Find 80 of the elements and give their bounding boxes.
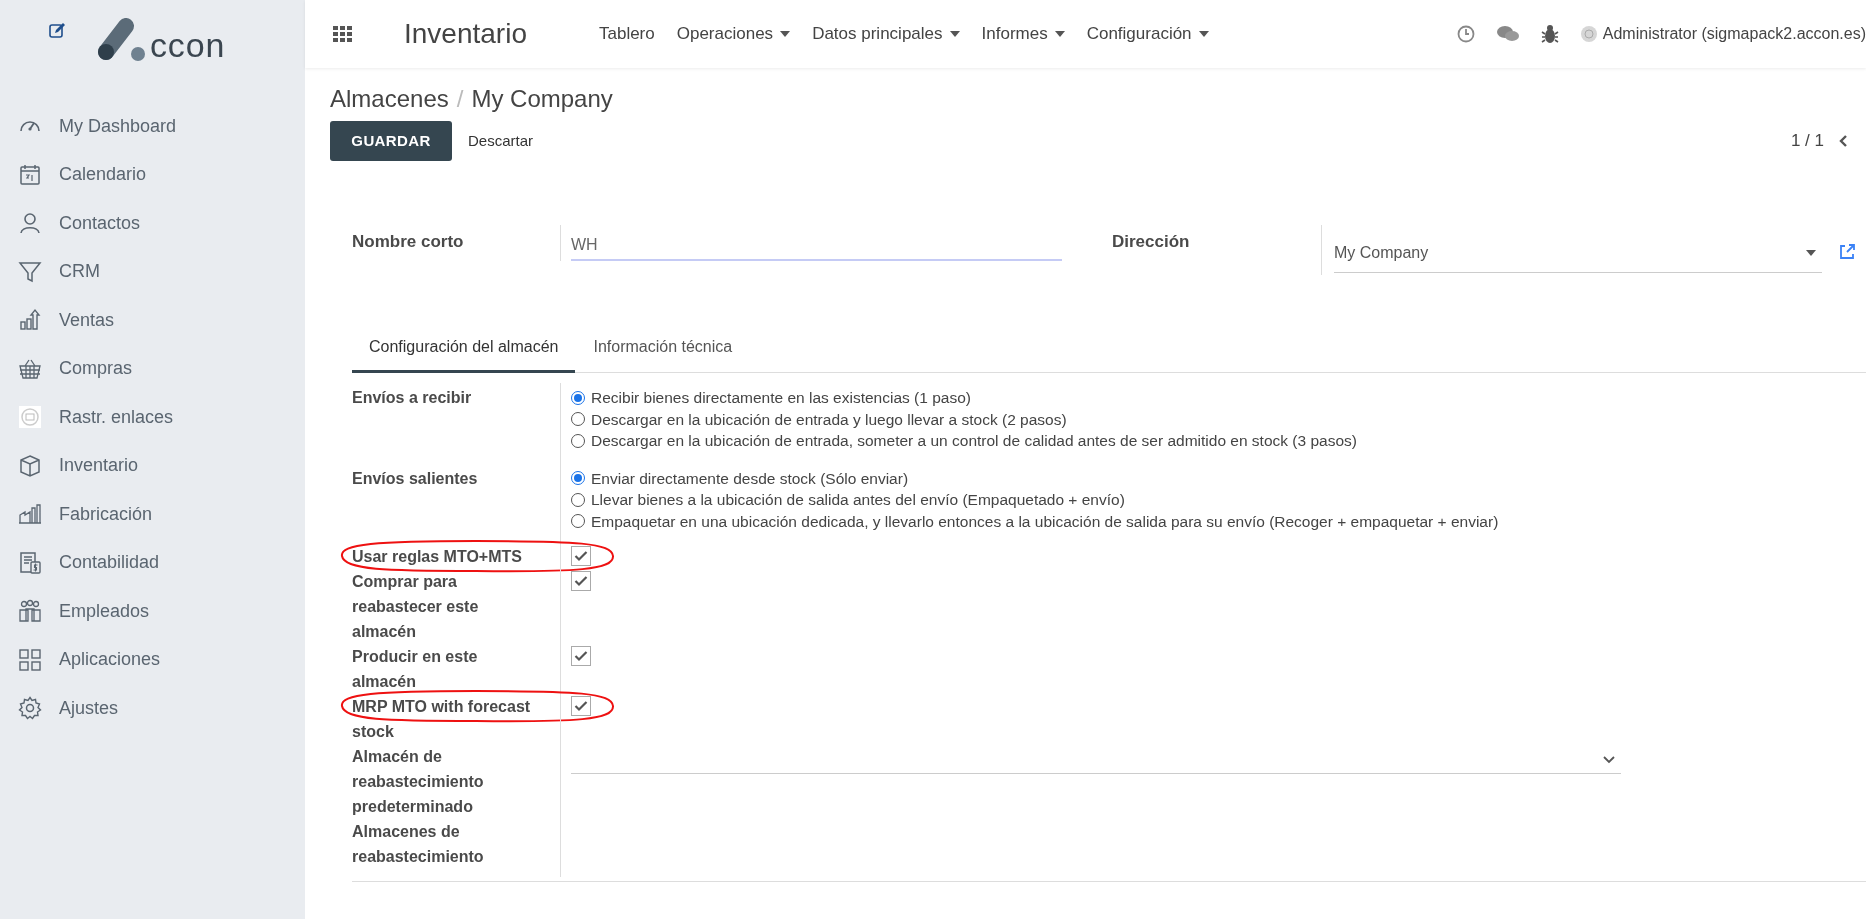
previous-icon[interactable]: [1838, 134, 1848, 148]
apps-menu-icon[interactable]: [333, 26, 353, 42]
menu-item[interactable]: Configuración: [1086, 21, 1209, 47]
grid-icon: [18, 647, 42, 672]
user-menu[interactable]: Administrator (sigmapack2.accon.es): [1602, 22, 1866, 46]
discard-button[interactable]: Descartar: [468, 129, 534, 153]
field-label: Dirección: [1112, 231, 1191, 253]
field-label: Almacenes de reabastecimiento: [352, 822, 485, 867]
radio-button[interactable]: [571, 433, 585, 448]
field-label: Producir en este almacén: [352, 647, 479, 692]
caret-icon: [1806, 249, 1816, 256]
sidebar-item[interactable]: Ajustes: [18, 684, 305, 733]
field-label: MRP MTO with forecast stock: [352, 697, 532, 742]
image-icon: [18, 405, 42, 430]
settings-icon: [18, 696, 42, 721]
sidebar-item[interactable]: My Dashboard: [18, 102, 305, 151]
field-label: Comprar para reabastecer este almacén: [352, 572, 480, 642]
people-icon: [18, 599, 42, 624]
sidebar-item[interactable]: Contabilidad: [18, 538, 305, 587]
checkmark-icon: [574, 700, 588, 712]
tab[interactable]: Configuración del almacén: [352, 323, 576, 373]
field-label: Usar reglas MTO+MTS: [352, 547, 523, 567]
edit-icon[interactable]: [48, 22, 66, 40]
radio-button[interactable]: [571, 412, 585, 427]
factory-icon: [18, 502, 42, 527]
radio-button[interactable]: [571, 492, 585, 507]
short-name-field[interactable]: WH: [571, 231, 1062, 261]
breadcrumb-separator: /: [456, 84, 464, 114]
radio-option[interactable]: Empaquetar en una ubicación dedicada, y llevarlo entonces a la ubicación de salida para su envío (Recoger + empaquetar + enviar): [571, 510, 1866, 532]
logo-text: ccon: [150, 28, 226, 62]
sidebar-item[interactable]: Compras: [18, 344, 305, 393]
menu-item[interactable]: Operaciones: [676, 21, 791, 47]
bug-icon[interactable]: [1540, 24, 1559, 44]
radio-option[interactable]: Enviar directamente desde stock (Sólo enviar): [571, 467, 1866, 489]
sidebar-item[interactable]: Empleados: [18, 587, 305, 636]
funnel-icon: [18, 259, 42, 284]
external-link-icon[interactable]: [1838, 243, 1856, 261]
menu-item[interactable]: Datos principales: [812, 21, 960, 47]
sidebar-item[interactable]: Rastr. enlaces: [18, 393, 305, 442]
checkbox[interactable]: [571, 571, 591, 591]
avatar-icon: [1580, 26, 1597, 42]
calendar-icon: [18, 162, 42, 187]
sidebar-item[interactable]: Fabricación: [18, 490, 305, 539]
breadcrumb-item[interactable]: Almacenes: [330, 81, 449, 117]
sidebar-item[interactable]: Aplicaciones: [18, 635, 305, 684]
checkbox[interactable]: [571, 646, 591, 666]
field-label: Envíos a recibir: [352, 388, 473, 408]
radio-option[interactable]: Descargar en la ubicación de entrada y luego llevar a stock (2 pasos): [571, 408, 1866, 430]
sidebar-item[interactable]: Contactos: [18, 199, 305, 248]
app-title: Inventario: [404, 17, 527, 51]
address-dropdown[interactable]: My Company: [1334, 233, 1822, 273]
checkbox[interactable]: [571, 546, 591, 566]
checkbox[interactable]: [571, 696, 591, 716]
pager-counter: 1 / 1: [1790, 130, 1824, 153]
radio-option[interactable]: Llevar bienes a la ubicación de salida antes del envío (Empaquetado + envío): [571, 489, 1866, 511]
radio-option[interactable]: Descargar en la ubicación de entrada, someter a un control de calidad antes de ser admitido en stock (3 pasos): [571, 430, 1866, 452]
box-icon: [18, 453, 42, 478]
ledger-icon: [18, 550, 42, 575]
checkmark-icon: [574, 575, 588, 587]
checkmark-icon: [574, 550, 588, 562]
radio-option[interactable]: Recibir bienes directamente en las existencias (1 paso): [571, 387, 1866, 409]
checkmark-icon: [574, 650, 588, 662]
sidebar-item[interactable]: Ventas: [18, 296, 305, 345]
sidebar-item[interactable]: Calendario: [18, 150, 305, 199]
person-icon: [18, 211, 42, 236]
chat-icon[interactable]: [1496, 25, 1519, 43]
tab[interactable]: Información técnica: [575, 323, 751, 373]
sidebar-item[interactable]: Inventario: [18, 441, 305, 490]
field-label: Envíos salientes: [352, 468, 479, 489]
field-label: Almacén de reabastecimiento predeterminado: [352, 747, 485, 817]
clock-icon[interactable]: [1456, 25, 1475, 43]
menu-item[interactable]: Tablero: [598, 21, 655, 47]
radio-button[interactable]: [571, 514, 585, 529]
field-label: Nombre corto: [352, 231, 465, 253]
sidebar-item[interactable]: CRM: [18, 247, 305, 296]
bar-chart-icon: [18, 308, 42, 333]
chevron-down-icon: [1603, 755, 1615, 764]
breadcrumb-item: My Company: [471, 84, 613, 114]
save-button[interactable]: GUARDAR: [330, 121, 452, 161]
menu-item[interactable]: Informes: [981, 21, 1065, 47]
